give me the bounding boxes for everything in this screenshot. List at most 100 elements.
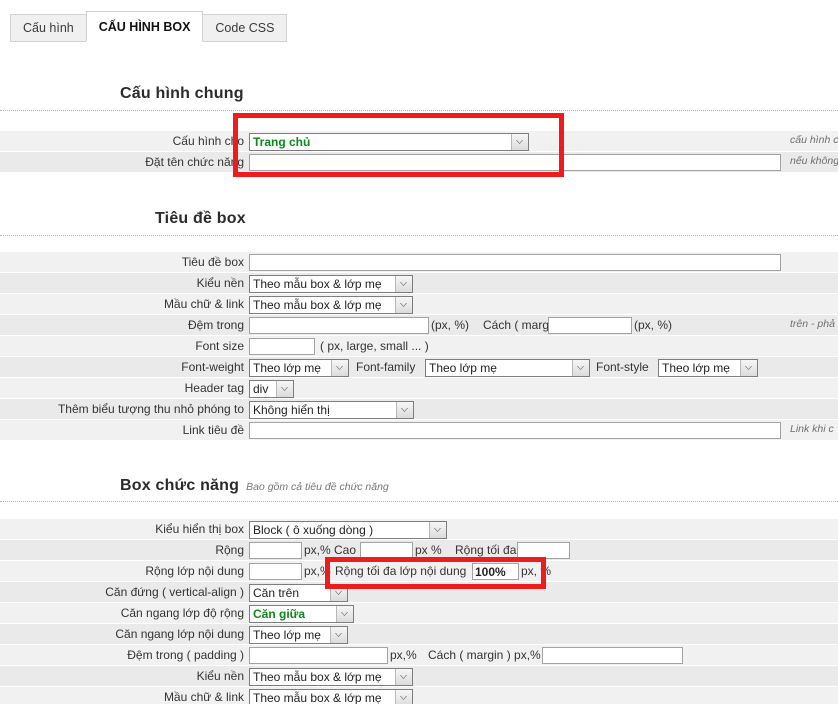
- label-box-title-fontfamily: Font-family: [356, 360, 416, 374]
- select-box-title-color[interactable]: Theo mẫu box & lớp mẹ: [249, 296, 413, 314]
- input-height[interactable]: [360, 542, 413, 559]
- label-function-name: Đặt tên chức năng: [145, 155, 244, 169]
- row-width: Rộng px,% Cao px % Rộng tối đa: [0, 540, 838, 561]
- input-box-title-padding[interactable]: [249, 317, 429, 334]
- select-config-for-value: Trang chủ: [253, 135, 311, 149]
- row-boxfunc-padding: Đệm trong ( padding ) px,% Cách ( margin…: [0, 645, 838, 666]
- label-box-title-headertag: Header tag: [184, 381, 244, 395]
- select-box-title-fontfamily[interactable]: Theo lớp mẹ: [425, 359, 590, 377]
- label-box-title-padding: Đệm trong: [187, 318, 244, 332]
- label-content-width: Rộng lớp nội dung: [145, 564, 244, 578]
- select-box-title-fontstyle-value: Theo lớp mẹ: [662, 361, 730, 375]
- tab-code-css[interactable]: Code CSS: [202, 14, 288, 42]
- chevron-down-icon: [572, 360, 589, 376]
- chevron-down-icon: [395, 276, 412, 292]
- select-box-title-bg-value: Theo mẫu box & lớp mẹ: [253, 277, 382, 291]
- chevron-down-icon: [330, 627, 347, 643]
- row-box-title-padding: Đệm trong (px, %) Cách ( margin ) (px, %…: [0, 315, 838, 336]
- select-boxfunc-bg-value: Theo mẫu box & lớp mẹ: [253, 670, 382, 684]
- select-display-type[interactable]: Block ( ô xuống dòng ): [249, 521, 447, 539]
- row-box-title-font: Font-weight Theo lớp mẹ Font-family Theo…: [0, 357, 838, 378]
- chevron-down-icon: [395, 297, 412, 313]
- select-box-title-zoomicon[interactable]: Không hiển thị: [249, 401, 414, 419]
- input-box-title-link[interactable]: [249, 422, 781, 439]
- row-halign-width: Căn ngang lớp độ rộng Căn giữa: [0, 603, 838, 624]
- label-boxfunc-margin: Cách ( margin ) px,%: [428, 648, 541, 662]
- section-title-general: Cấu hình chung: [120, 85, 244, 102]
- chevron-down-icon: [276, 381, 293, 397]
- chevron-down-icon: [395, 690, 412, 704]
- input-box-title-margin[interactable]: [548, 317, 632, 334]
- unit-height: px %: [415, 543, 442, 557]
- label-valign: Căn đứng ( vertical-align ): [105, 585, 244, 599]
- chevron-down-icon: [740, 360, 757, 376]
- label-content-max-width: Rộng tối đa lớp nội dung: [335, 564, 467, 578]
- label-box-title-fontweight: Font-weight: [181, 360, 244, 374]
- chevron-down-icon: [429, 522, 446, 538]
- tab-cau-hinh-box[interactable]: CẤU HÌNH BOX: [85, 11, 204, 42]
- select-box-title-fontstyle[interactable]: Theo lớp mẹ: [658, 359, 758, 377]
- row-box-title-fontsize: Font size ( px, large, small ... ): [0, 336, 838, 357]
- tab-cau-hinh[interactable]: Cấu hình: [10, 14, 87, 42]
- select-box-title-fontfamily-value: Theo lớp mẹ: [429, 361, 497, 375]
- unit-width: px,%: [304, 543, 331, 557]
- label-display-type: Kiểu hiển thị box: [155, 522, 244, 536]
- input-box-title-fontsize[interactable]: [249, 338, 315, 355]
- row-box-title-color: Mầu chữ & link Theo mẫu box & lớp mẹ: [0, 294, 838, 315]
- select-box-title-zoomicon-value: Không hiển thị: [253, 403, 330, 417]
- hint-box-title-padding: trên - phả: [790, 318, 835, 330]
- chevron-down-icon: [396, 402, 413, 418]
- input-boxfunc-margin[interactable]: [542, 647, 683, 664]
- chevron-down-icon: [511, 134, 528, 150]
- select-display-type-value: Block ( ô xuống dòng ): [253, 523, 374, 537]
- input-content-max-width[interactable]: [472, 563, 519, 580]
- input-content-width[interactable]: [249, 563, 302, 580]
- input-width[interactable]: [249, 542, 302, 559]
- hint-box-title-link: Link khi c: [790, 423, 834, 435]
- boxfunc-rows: Kiểu hiển thị box Block ( ô xuống dòng )…: [0, 519, 838, 704]
- tab-bar: Cấu hình CẤU HÌNH BOX Code CSS: [0, 0, 838, 42]
- unit-box-title-padding: (px, %): [431, 318, 470, 332]
- row-config-for: Cấu hình cho Trang chủ cấu hình c: [0, 131, 838, 152]
- row-box-title-bg: Kiểu nền Theo mẫu box & lớp mẹ: [0, 273, 838, 294]
- chevron-down-icon: [336, 606, 353, 622]
- select-boxfunc-color-value: Theo mẫu box & lớp mẹ: [253, 691, 382, 704]
- input-function-name[interactable]: [249, 154, 781, 171]
- row-display-type: Kiểu hiển thị box Block ( ô xuống dòng ): [0, 519, 838, 540]
- unit-box-title-fontsize: ( px, large, small ... ): [320, 339, 429, 353]
- select-box-title-fontweight[interactable]: Theo lớp mẹ: [249, 359, 349, 377]
- select-halign-content[interactable]: Theo lớp mẹ: [249, 626, 348, 644]
- select-valign[interactable]: Căn trên: [249, 584, 348, 602]
- divider-general: [0, 110, 838, 111]
- label-box-title-fontsize: Font size: [195, 339, 244, 353]
- row-content-width: Rộng lớp nội dung px,% Rộng tối đa lớp n…: [0, 561, 838, 582]
- row-halign-content: Căn ngang lớp nội dung Theo lớp mẹ: [0, 624, 838, 645]
- label-halign-width: Căn ngang lớp độ rộng: [120, 606, 244, 620]
- unit-box-title-margin: (px, %): [634, 318, 673, 332]
- select-box-title-headertag-value: div: [253, 382, 269, 396]
- label-box-title-fontstyle: Font-style: [596, 360, 649, 374]
- section-title-boxtitle: Tiêu đề box: [155, 210, 246, 227]
- select-boxfunc-bg[interactable]: Theo mẫu box & lớp mẹ: [249, 668, 413, 686]
- select-config-for[interactable]: Trang chủ: [249, 133, 529, 151]
- row-function-name: Đặt tên chức năng nếu không: [0, 152, 838, 173]
- select-valign-value: Căn trên: [253, 586, 300, 600]
- chevron-down-icon: [331, 360, 348, 376]
- select-halign-width[interactable]: Căn giữa: [249, 605, 354, 623]
- select-box-title-bg[interactable]: Theo mẫu box & lớp mẹ: [249, 275, 413, 293]
- label-boxfunc-padding: Đệm trong ( padding ): [127, 648, 244, 662]
- select-boxfunc-color[interactable]: Theo mẫu box & lớp mẹ: [249, 689, 413, 704]
- select-box-title-headertag[interactable]: div: [249, 380, 294, 398]
- row-box-title: Tiêu đề box: [0, 252, 838, 273]
- row-box-title-headertag: Header tag div: [0, 378, 838, 399]
- select-box-title-color-value: Theo mẫu box & lớp mẹ: [253, 298, 382, 312]
- label-boxfunc-bg: Kiểu nền: [196, 669, 244, 683]
- unit-content-max-width: px, %: [521, 564, 552, 578]
- section-title-boxfunc-text: Box chức năng: [120, 477, 240, 494]
- chevron-down-icon: [395, 669, 412, 685]
- input-max-width[interactable]: [517, 542, 570, 559]
- label-box-title-zoomicon: Thêm biểu tượng thu nhỏ phóng to: [57, 402, 244, 416]
- input-box-title[interactable]: [249, 254, 781, 271]
- label-boxfunc-color: Mầu chữ & link: [163, 690, 244, 704]
- input-boxfunc-padding[interactable]: [249, 647, 388, 664]
